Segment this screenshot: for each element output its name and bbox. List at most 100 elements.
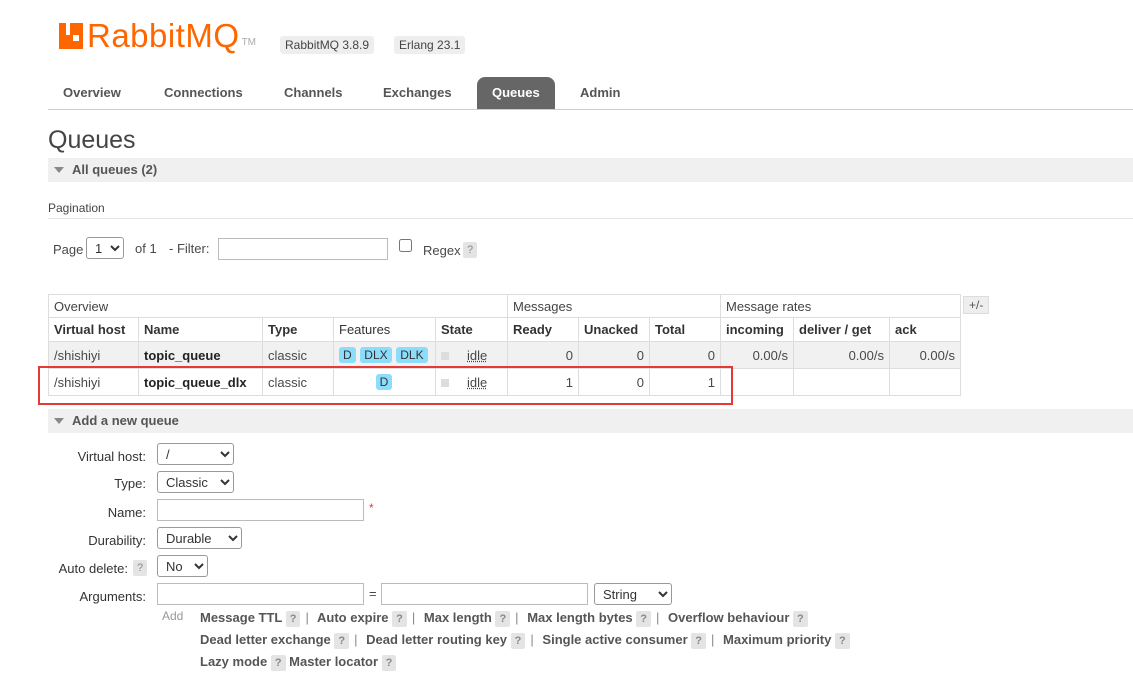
argument-shortcuts-row-3: Lazy mode ? Master locator ? (200, 654, 397, 671)
main-nav-tabs: Overview Connections Channels Exchanges … (48, 77, 1133, 110)
table-column-header-row: Virtual host Name Type Features State Re… (48, 317, 961, 342)
col-ack[interactable]: ack (889, 317, 961, 342)
add-queue-section-toggle[interactable]: Add a new queue (48, 409, 1133, 433)
virtual-host-label: Virtual host: (77, 449, 146, 464)
arg-link-max-length[interactable]: Max length (424, 610, 492, 625)
tab-exchanges[interactable]: Exchanges (368, 77, 467, 109)
filter-label: - Filter: (169, 241, 210, 256)
regex-checkbox[interactable] (399, 239, 412, 252)
cell-total: 0 (649, 341, 721, 369)
table-group-header-row: Overview Messages Message rates (48, 294, 961, 318)
cell-type: classic (262, 341, 334, 369)
tab-overview[interactable]: Overview (48, 77, 136, 109)
help-button[interactable]: ? (510, 633, 526, 649)
queue-name-link[interactable]: topic_queue (138, 341, 263, 369)
equals-sign: = (369, 586, 377, 601)
help-button[interactable]: ? (392, 611, 407, 627)
collapse-triangle-icon (54, 167, 64, 173)
col-virtual-host[interactable]: Virtual host (48, 317, 139, 342)
feature-badge-dlx: DLX (360, 347, 392, 363)
required-marker: * (369, 501, 374, 515)
argument-shortcuts-row-2: Dead letter exchange ? | Dead letter rout… (200, 632, 850, 649)
arg-link-overflow-behaviour[interactable]: Overflow behaviour (668, 610, 789, 625)
cell-ready: 0 (507, 341, 579, 369)
col-unacked[interactable]: Unacked (578, 317, 650, 342)
queue-type-select[interactable]: Classic (157, 471, 234, 493)
auto-delete-help-button[interactable]: ? (133, 560, 148, 576)
help-button[interactable]: ? (793, 611, 808, 627)
page-count-label: of 1 (135, 241, 157, 256)
argument-type-select[interactable]: String (594, 583, 672, 605)
arg-link-master-locator[interactable]: Master locator (289, 654, 378, 669)
col-deliver-get[interactable]: deliver / get (793, 317, 890, 342)
auto-delete-select[interactable]: No (157, 555, 208, 577)
help-button[interactable]: ? (381, 655, 397, 671)
pagination-title: Pagination (48, 201, 105, 215)
page-title: Queues (48, 126, 136, 154)
cell-features: D DLX DLK (333, 341, 436, 369)
arg-link-auto-expire[interactable]: Auto expire (317, 610, 389, 625)
filter-input[interactable] (218, 238, 388, 260)
feature-badge-dlk: DLK (396, 347, 428, 363)
argument-shortcuts-row-1: Message TTL ? | Auto expire ? | Max length… (200, 610, 808, 627)
state-label: idle (467, 347, 488, 363)
help-button[interactable]: ? (270, 655, 286, 671)
all-queues-header: All queues (2) (72, 162, 158, 177)
cell-state: idle (435, 341, 508, 369)
col-ready[interactable]: Ready (507, 317, 579, 342)
help-button[interactable]: ? (835, 633, 850, 649)
add-argument-label: Add (162, 609, 184, 623)
table-row[interactable]: /shishiyi topic_queue classic D DLX DLK … (48, 341, 961, 369)
type-label: Type: (114, 476, 146, 491)
help-button[interactable]: ? (691, 633, 706, 649)
arg-link-lazy-mode[interactable]: Lazy mode (200, 654, 267, 669)
help-button[interactable]: ? (495, 611, 511, 627)
arg-link-dead-letter-exchange[interactable]: Dead letter exchange (200, 632, 331, 647)
highlight-annotation-box (38, 366, 733, 405)
col-total[interactable]: Total (649, 317, 721, 342)
cell-vhost: /shishiyi (48, 341, 139, 369)
arg-link-max-length-bytes[interactable]: Max length bytes (527, 610, 632, 625)
collapse-triangle-icon (54, 418, 64, 424)
rabbitmq-logo: RabbitMQ TM (59, 18, 256, 54)
arg-link-dead-letter-routing-key[interactable]: Dead letter routing key (366, 632, 507, 647)
col-name[interactable]: Name (138, 317, 263, 342)
regex-help-button[interactable]: ? (463, 242, 478, 258)
col-incoming[interactable]: incoming (720, 317, 794, 342)
page-label: Page (53, 242, 84, 257)
cell-deliver-get: 0.00/s (793, 341, 890, 369)
argument-value-input[interactable] (381, 583, 588, 605)
rabbitmq-version-badge: RabbitMQ 3.8.9 (280, 36, 375, 54)
feature-badge-durable: D (339, 347, 356, 363)
tab-connections[interactable]: Connections (149, 77, 258, 109)
durability-select[interactable]: Durable (157, 527, 242, 549)
erlang-version-badge: Erlang 23.1 (394, 36, 466, 54)
cell-incoming: 0.00/s (720, 341, 794, 369)
column-toggle-button[interactable]: +/- (963, 296, 990, 314)
group-header-message-rates: Message rates (720, 294, 961, 318)
help-button[interactable]: ? (285, 611, 301, 627)
argument-key-input[interactable] (157, 583, 364, 605)
col-type[interactable]: Type (262, 317, 334, 342)
tab-channels[interactable]: Channels (269, 77, 358, 109)
page-select[interactable]: 1 (86, 237, 124, 259)
idle-state-icon (441, 352, 449, 361)
divider (48, 218, 1133, 219)
auto-delete-label: Auto delete: (58, 561, 128, 576)
all-queues-section-toggle[interactable]: All queues (2) (48, 158, 1133, 182)
cell-deliver-get (793, 368, 890, 396)
arg-link-single-active-consumer[interactable]: Single active consumer (542, 632, 687, 647)
arguments-label: Arguments: (79, 589, 146, 604)
arg-link-maximum-priority[interactable]: Maximum priority (723, 632, 831, 647)
virtual-host-select[interactable]: / (157, 443, 234, 465)
help-button[interactable]: ? (334, 633, 350, 649)
durability-label: Durability: (88, 533, 146, 548)
tab-queues[interactable]: Queues (477, 77, 555, 109)
help-button[interactable]: ? (636, 611, 652, 627)
logo-text: RabbitMQ (87, 17, 240, 54)
col-state[interactable]: State (435, 317, 508, 342)
queue-name-input[interactable] (157, 499, 364, 521)
tab-admin[interactable]: Admin (565, 77, 635, 109)
arg-link-message-ttl[interactable]: Message TTL (200, 610, 282, 625)
cell-ack (889, 368, 961, 396)
